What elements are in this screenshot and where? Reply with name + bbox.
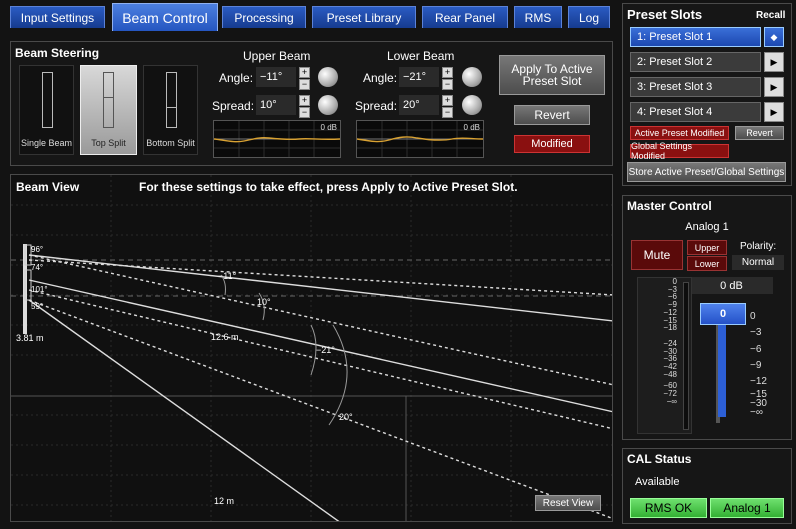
lower-beam-title: Lower Beam	[387, 49, 455, 63]
preset-slot-1[interactable]: 1: Preset Slot 1	[630, 27, 761, 47]
beam-view-panel: Beam View For these settings to take eff…	[10, 174, 613, 522]
bottom-split-icon	[166, 72, 177, 128]
distance-label-upper: 12.6 m	[211, 332, 239, 342]
spread-label-upper: 10°	[257, 297, 271, 307]
tab-rear-panel[interactable]: Rear Panel	[422, 6, 508, 28]
top-split-icon	[103, 72, 114, 128]
preset-slot-4[interactable]: 4: Preset Slot 4	[630, 102, 761, 122]
tab-processing[interactable]: Processing	[222, 6, 306, 28]
master-input-label: Analog 1	[685, 221, 729, 233]
upper-spread-knob[interactable]	[318, 95, 338, 115]
recall-slot-2-button[interactable]: ▶	[764, 52, 784, 72]
store-active-preset-button[interactable]: Store Active Preset/Global Settings	[627, 162, 786, 182]
lower-angle-field[interactable]: −21°	[399, 67, 439, 87]
preset-revert-button[interactable]: Revert	[735, 126, 784, 140]
distance-label-lower: 12 m	[214, 496, 235, 506]
preset-slot-3[interactable]: 3: Preset Slot 3	[630, 77, 761, 97]
angle-label-74: 74°	[31, 263, 44, 272]
lower-eq-db-label: 0 dB	[463, 123, 480, 132]
tab-log[interactable]: Log	[568, 6, 610, 28]
upper-angle-decrement-button[interactable]: −	[299, 79, 310, 90]
recall-label: Recall	[756, 10, 786, 21]
upper-angle-label: Angle:	[219, 71, 254, 85]
cal-status-value: Available	[635, 476, 680, 488]
upper-spread-decrement-button[interactable]: −	[299, 107, 310, 118]
upper-beam-title: Upper Beam	[243, 49, 311, 63]
recall-slot-4-button[interactable]: ▶	[764, 102, 784, 122]
angle-label-96: 96°	[31, 245, 44, 254]
single-beam-button[interactable]: Single Beam	[19, 65, 74, 155]
modified-indicator: Modified	[514, 135, 590, 153]
recall-slot-1-button[interactable]: ◆	[764, 27, 784, 47]
upper-spread-label: Spread:	[212, 99, 255, 113]
single-beam-label: Single Beam	[20, 138, 73, 148]
upper-spread-increment-button[interactable]: +	[299, 95, 310, 106]
global-settings-modified-indicator: Global Settings Modified	[630, 141, 729, 161]
beam-view-notice: For these settings to take effect, press…	[139, 180, 518, 194]
single-beam-icon	[42, 72, 53, 128]
preset-slot-2[interactable]: 2: Preset Slot 2	[630, 52, 761, 72]
meter-bar	[683, 282, 689, 430]
upper-angle-field[interactable]: −11°	[256, 67, 296, 87]
bottom-split-label: Bottom Split	[146, 138, 195, 148]
angle-label-lower: −21°	[316, 345, 335, 355]
gain-readout: 0 dB	[690, 277, 773, 294]
top-split-label: Top Split	[91, 138, 126, 148]
angle-label-upper: −11°	[218, 271, 237, 281]
cal-input-indicator: Analog 1	[710, 498, 784, 518]
upper-spread-field[interactable]: 10°	[256, 95, 296, 115]
fader-scale: 0 −3 −6 −9 −12 −15 −30 −∞	[750, 311, 767, 419]
master-fader-handle[interactable]: 0	[700, 303, 746, 325]
preset-slots-title: Preset Slots	[627, 7, 703, 22]
polarity-label: Polarity:	[740, 241, 777, 252]
fader-fill	[718, 322, 726, 417]
master-control-title: Master Control	[627, 199, 712, 213]
polarity-selector[interactable]: Normal	[732, 255, 784, 270]
tab-rms[interactable]: RMS	[514, 6, 562, 28]
mute-button[interactable]: Mute	[631, 240, 683, 270]
apply-to-active-preset-button[interactable]: Apply To Active Preset Slot	[499, 55, 605, 95]
lower-angle-label: Angle:	[363, 71, 398, 85]
revert-button[interactable]: Revert	[514, 105, 590, 125]
rms-ok-indicator: RMS OK	[630, 498, 707, 518]
lower-spread-field[interactable]: 20°	[399, 95, 439, 115]
lower-angle-increment-button[interactable]: +	[442, 67, 453, 78]
bottom-split-button[interactable]: Bottom Split	[143, 65, 198, 155]
lower-eq-display: 0 dB	[356, 120, 484, 158]
cal-status-title: CAL Status	[627, 452, 692, 466]
beam-view-plot[interactable]	[11, 175, 613, 522]
tab-beam-control[interactable]: Beam Control	[112, 3, 218, 31]
beam-steering-title: Beam Steering	[15, 46, 100, 60]
tab-preset-library[interactable]: Preset Library	[312, 6, 416, 28]
top-split-button[interactable]: Top Split	[80, 65, 137, 155]
height-label: 3.81 m	[16, 333, 44, 343]
active-preset-modified-indicator: Active Preset Modified	[630, 126, 729, 140]
lower-spread-label: Spread:	[355, 99, 398, 113]
tab-input-settings[interactable]: Input Settings	[10, 6, 105, 28]
spread-label-lower: 20°	[339, 412, 353, 422]
upper-eq-display: 0 dB	[213, 120, 341, 158]
angle-label-59: 59°	[31, 302, 44, 311]
upper-angle-knob[interactable]	[318, 67, 338, 87]
beam-view-title: Beam View	[16, 180, 80, 194]
lower-spread-knob[interactable]	[462, 95, 482, 115]
lower-angle-knob[interactable]	[462, 67, 482, 87]
lower-spread-increment-button[interactable]: +	[442, 95, 453, 106]
angle-label-101: 101°	[31, 285, 48, 294]
upper-angle-increment-button[interactable]: +	[299, 67, 310, 78]
lower-spread-decrement-button[interactable]: −	[442, 107, 453, 118]
upper-eq-db-label: 0 dB	[320, 123, 337, 132]
recall-slot-3-button[interactable]: ▶	[764, 77, 784, 97]
meter-scale: 0 −3 −6 −9 −12 −15 −18 −24 −30 −36 −42 −48 −60 −7…	[663, 277, 677, 406]
upper-select-button[interactable]: Upper	[687, 240, 727, 255]
lower-select-button[interactable]: Lower	[687, 256, 727, 271]
reset-view-button[interactable]: Reset View	[535, 495, 601, 511]
lower-angle-decrement-button[interactable]: −	[442, 79, 453, 90]
